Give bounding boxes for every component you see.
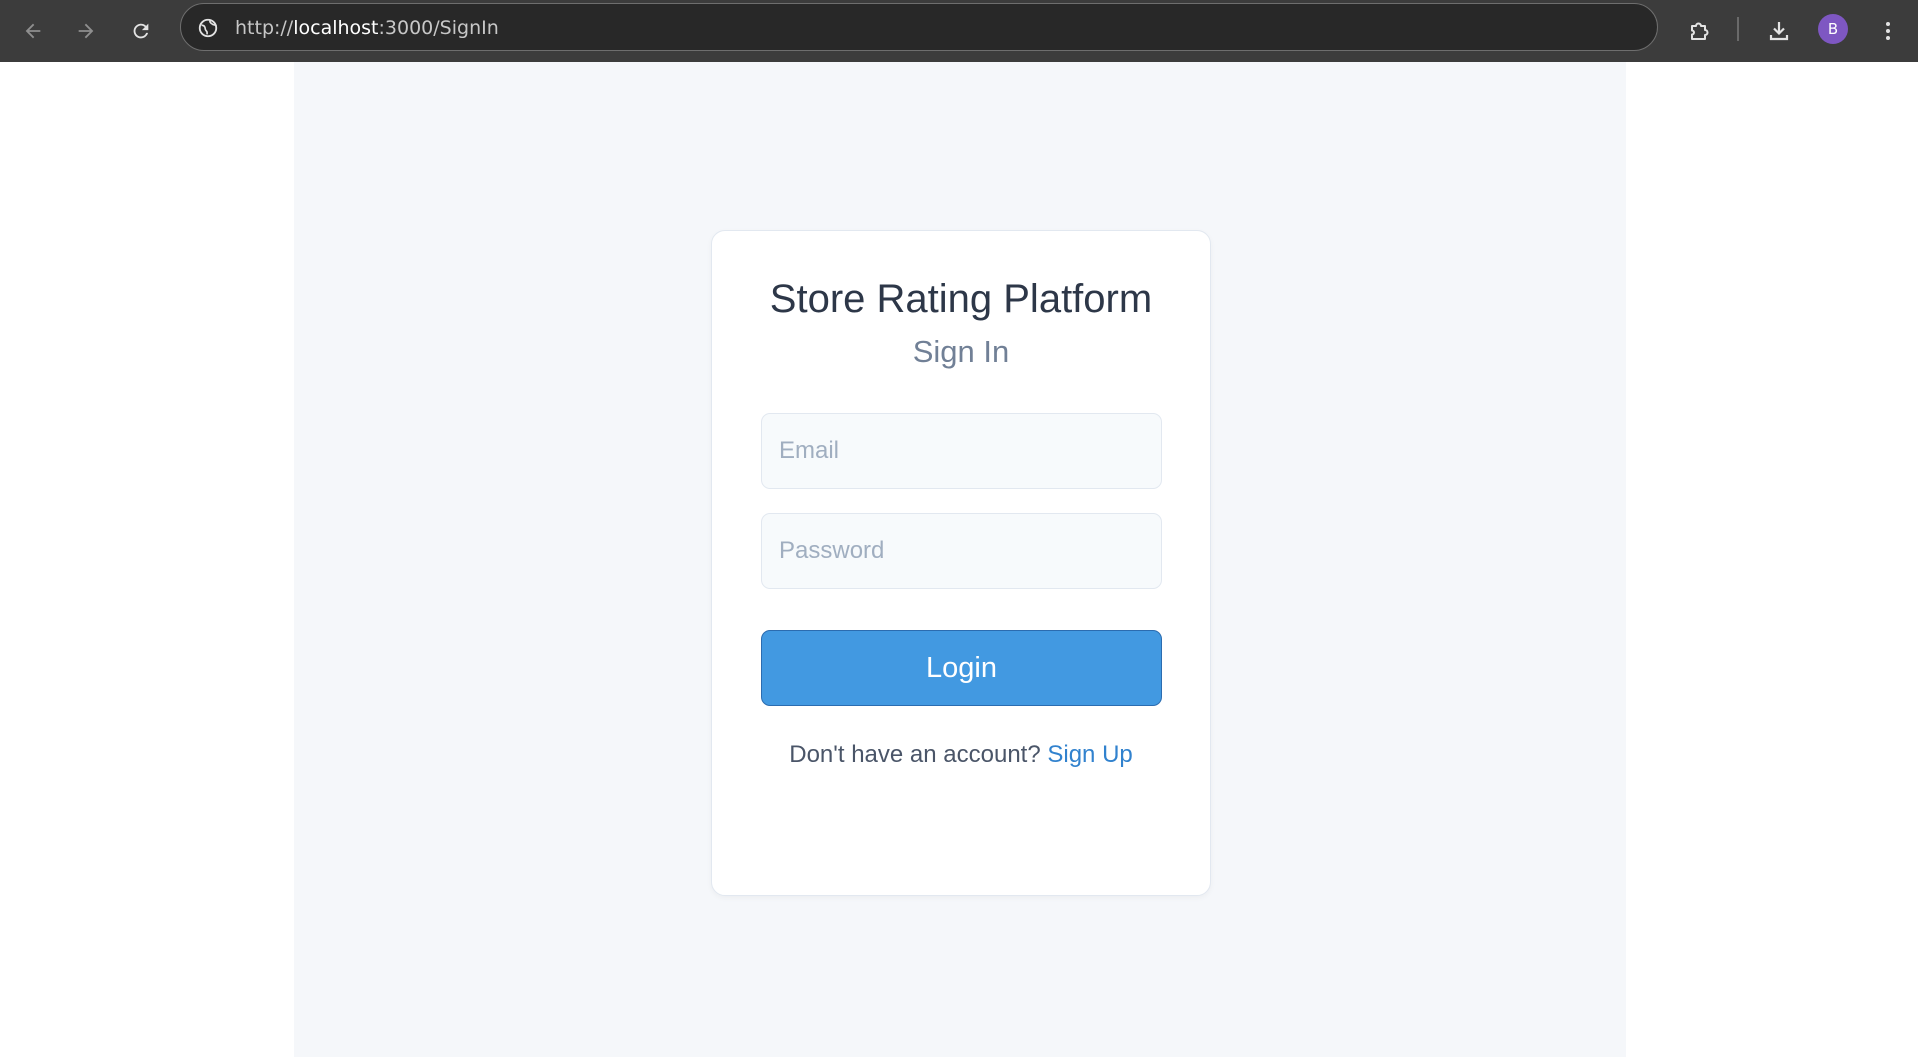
- login-button[interactable]: Login: [761, 630, 1162, 706]
- browser-toolbar: http://localhost:3000/SignIn B: [0, 0, 1918, 62]
- puzzle-icon: [1691, 22, 1709, 40]
- email-field[interactable]: [761, 413, 1162, 489]
- extensions-button[interactable]: [1680, 11, 1720, 51]
- profile-avatar[interactable]: B: [1818, 14, 1848, 44]
- arrow-right-icon: [78, 23, 94, 39]
- url-scheme: http://: [235, 17, 294, 39]
- kebab-menu-icon: [1886, 22, 1890, 40]
- password-field[interactable]: [761, 513, 1162, 589]
- reload-icon: [133, 23, 149, 39]
- reload-button[interactable]: [121, 11, 161, 51]
- url-host: localhost: [293, 17, 379, 39]
- site-info-icon[interactable]: [195, 15, 221, 41]
- browser-menu-button[interactable]: [1868, 11, 1908, 51]
- no-account-text: Don't have an account?: [789, 741, 1041, 768]
- app-title: Store Rating Platform: [769, 277, 1153, 321]
- back-button[interactable]: [13, 11, 53, 51]
- signup-prompt: Don't have an account? Sign Up: [712, 741, 1210, 770]
- url-path: :3000/SignIn: [378, 17, 499, 39]
- signin-card: Store Rating Platform Sign In Login Don'…: [711, 230, 1211, 896]
- forward-button[interactable]: [66, 11, 106, 51]
- download-icon: [1769, 22, 1789, 41]
- signup-link[interactable]: Sign Up: [1047, 741, 1132, 768]
- downloads-button[interactable]: [1759, 11, 1799, 51]
- url-text[interactable]: http://localhost:3000/SignIn: [235, 4, 499, 52]
- signin-heading: Sign In: [912, 334, 1010, 369]
- address-bar[interactable]: http://localhost:3000/SignIn: [180, 3, 1658, 51]
- toolbar-divider: [1737, 17, 1739, 41]
- arrow-left-icon: [25, 23, 41, 39]
